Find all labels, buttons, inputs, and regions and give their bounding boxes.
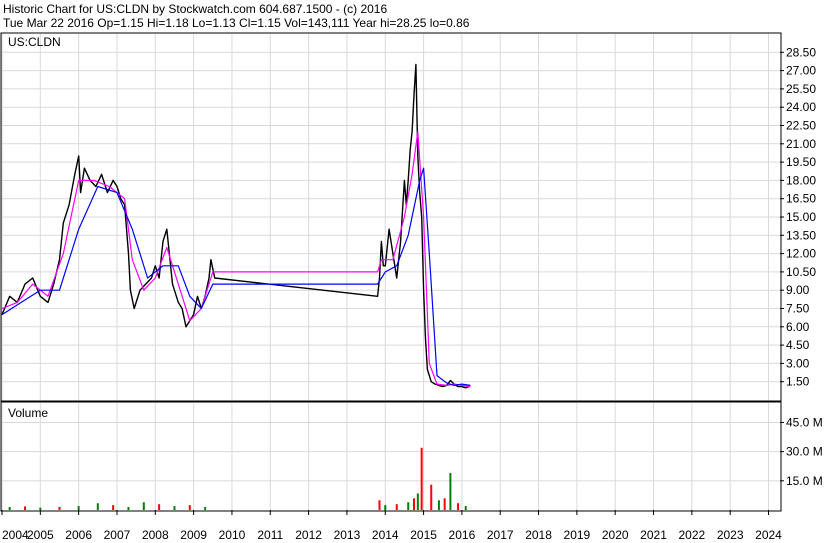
price-y-tick-label: 19.50 — [786, 155, 816, 169]
price-y-tick-label: 4.50 — [786, 338, 810, 352]
price-y-tick-label: 18.00 — [786, 173, 816, 187]
chart-header-line1: Historic Chart for US:CLDN by Stockwatch… — [3, 2, 387, 16]
chart-header-line2: Tue Mar 22 2016 Op=1.15 Hi=1.18 Lo=1.13 … — [3, 16, 470, 30]
price-y-tick-label: 27.00 — [786, 64, 816, 78]
volume-y-axis: 15.0 M 30.0 M 45.0 M — [780, 415, 823, 488]
x-tick-label: 2012 — [295, 528, 322, 542]
price-y-tick-label: 7.50 — [786, 302, 810, 316]
volume-y-tick-label: 30.0 M — [786, 445, 823, 459]
x-tick-label: 2007 — [104, 528, 131, 542]
price-panel-symbol: US:CLDN — [8, 35, 61, 49]
x-tick-label: 2013 — [334, 528, 361, 542]
x-tick-label: 2024 — [755, 528, 782, 542]
x-tick-label: 2004 — [2, 528, 29, 542]
price-y-tick-label: 12.00 — [786, 247, 816, 261]
price-y-tick-label: 24.00 — [786, 100, 816, 114]
x-tick-label: 2008 — [142, 528, 169, 542]
x-tick-label: 2019 — [564, 528, 591, 542]
volume-y-tick-label: 15.0 M — [786, 474, 823, 488]
x-tick-label: 2023 — [717, 528, 744, 542]
price-y-tick-label: 6.00 — [786, 320, 810, 334]
x-tick-label: 2009 — [180, 528, 207, 542]
x-tick-label: 2017 — [487, 528, 514, 542]
x-tick-label: 2020 — [602, 528, 629, 542]
price-grid — [1, 34, 780, 400]
price-y-tick-label: 22.50 — [786, 119, 816, 133]
price-y-tick-label: 9.00 — [786, 283, 810, 297]
price-y-tick-label: 1.50 — [786, 375, 810, 389]
price-y-tick-label: 21.00 — [786, 137, 816, 151]
x-tick-label: 2005 — [27, 528, 54, 542]
price-y-tick-label: 15.00 — [786, 210, 816, 224]
x-tick-label: 2015 — [410, 528, 437, 542]
price-y-tick-label: 25.50 — [786, 82, 816, 96]
x-tick-label: 2014 — [372, 528, 399, 542]
price-y-tick-label: 28.50 — [786, 45, 816, 59]
x-tick-label: 2011 — [257, 528, 283, 542]
chart-svg: Historic Chart for US:CLDN by Stockwatch… — [0, 0, 830, 543]
x-tick-label: 2018 — [525, 528, 552, 542]
price-y-tick-label: 10.50 — [786, 265, 816, 279]
x-tick-label: 2016 — [449, 528, 476, 542]
price-y-tick-label: 16.50 — [786, 192, 816, 206]
chart-root: Historic Chart for US:CLDN by Stockwatch… — [0, 0, 830, 543]
volume-y-tick-label: 45.0 M — [786, 415, 823, 429]
x-tick-label: 2021 — [640, 528, 667, 542]
price-y-tick-label: 13.50 — [786, 228, 816, 242]
price-y-tick-label: 3.00 — [786, 356, 810, 370]
x-tick-label: 2022 — [679, 528, 706, 542]
volume-panel-label: Volume — [8, 406, 48, 420]
x-tick-label: 2006 — [65, 528, 92, 542]
x-tick-label: 2010 — [219, 528, 246, 542]
